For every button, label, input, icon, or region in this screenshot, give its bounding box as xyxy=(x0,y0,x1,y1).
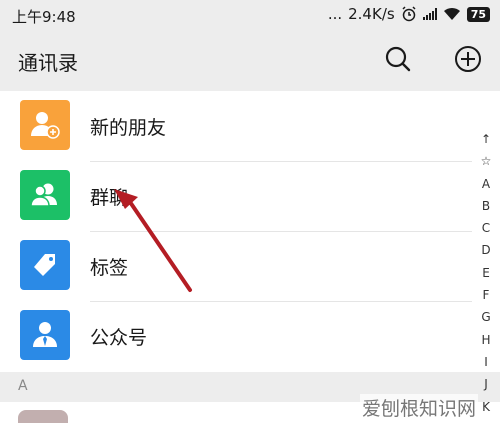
index-letter[interactable]: H xyxy=(481,329,490,351)
index-letter[interactable]: D xyxy=(481,239,490,261)
page-title: 通讯录 xyxy=(18,51,78,75)
official-accounts-icon-tile xyxy=(20,310,70,360)
wifi-icon xyxy=(443,7,460,20)
official-accounts-label: 公众号 xyxy=(90,327,148,349)
group-chat-label: 群聊 xyxy=(90,187,129,209)
alarm-icon xyxy=(402,6,416,22)
status-bar: 上午9:48 ... 2.4K/s 75 xyxy=(0,0,500,30)
signal-icon xyxy=(422,8,437,20)
search-icon xyxy=(385,46,411,72)
index-letter[interactable]: C xyxy=(482,217,490,239)
index-letter[interactable]: A xyxy=(482,173,490,195)
index-letter[interactable]: K xyxy=(482,396,490,418)
avatar xyxy=(18,410,68,423)
alphabet-index-bar[interactable]: ↑ ☆ A B C D E F G H I J K xyxy=(478,128,494,418)
tags-label: 标签 xyxy=(90,257,129,279)
new-friends-icon-tile xyxy=(20,100,70,150)
section-letter: A xyxy=(18,378,28,394)
add-friend-icon xyxy=(31,112,60,139)
header: 通讯录 xyxy=(0,30,500,91)
status-time: 上午9:48 xyxy=(12,8,76,26)
list-item-group-chat[interactable]: 群聊 xyxy=(0,161,500,231)
watermark: 爱刨根知识网 xyxy=(359,394,478,421)
index-letter[interactable]: ☆ xyxy=(481,150,492,172)
status-indicators: ... 2.4K/s 75 xyxy=(328,5,490,23)
list-item-new-friends[interactable]: 新的朋友 xyxy=(0,91,500,161)
index-letter[interactable]: E xyxy=(482,262,490,284)
list-item-tags[interactable]: 标签 xyxy=(0,231,500,301)
network-speed: 2.4K/s xyxy=(348,5,395,23)
battery-indicator: 75 xyxy=(466,6,490,22)
plus-circle-icon xyxy=(455,46,481,72)
tags-icon-tile xyxy=(20,240,70,290)
index-letter[interactable]: B xyxy=(482,195,490,217)
index-letter[interactable]: F xyxy=(483,284,490,306)
official-account-icon xyxy=(33,322,57,347)
index-letter[interactable]: ↑ xyxy=(481,128,491,150)
status-dots: ... xyxy=(327,5,343,23)
group-icon xyxy=(30,183,57,207)
index-letter[interactable]: J xyxy=(484,373,488,395)
group-chat-icon-tile xyxy=(20,170,70,220)
new-friends-label: 新的朋友 xyxy=(90,117,167,139)
add-button[interactable] xyxy=(453,44,483,74)
search-button[interactable] xyxy=(383,44,413,74)
tag-icon xyxy=(34,254,55,276)
index-letter[interactable]: G xyxy=(481,306,490,328)
index-letter[interactable]: I xyxy=(484,351,488,373)
list-item-official-accounts[interactable]: 公众号 xyxy=(0,301,500,371)
